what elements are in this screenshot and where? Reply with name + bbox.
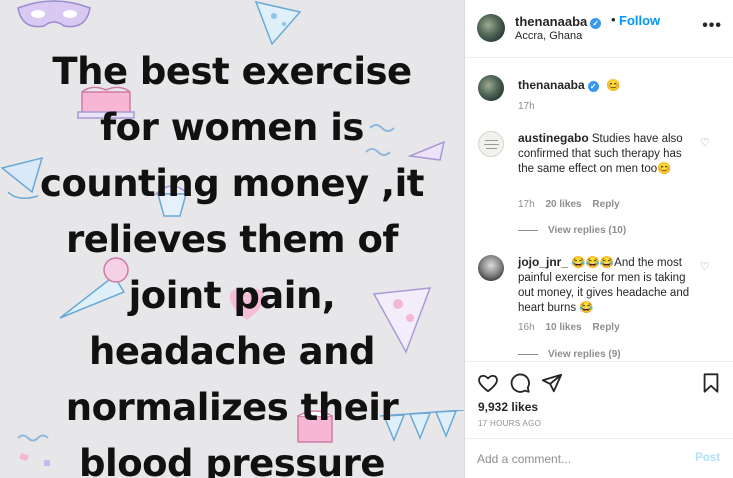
comment-body: jojo_jnr_ 😂😂😂And the most painful exerci… bbox=[518, 255, 698, 316]
avatar[interactable] bbox=[477, 14, 505, 42]
image-text-line: The best exercise bbox=[52, 50, 412, 93]
image-text-line: joint pain, bbox=[128, 274, 336, 317]
header-username[interactable]: thenanaaba bbox=[515, 14, 587, 29]
comment-icon[interactable] bbox=[509, 372, 531, 394]
view-replies-button[interactable]: View replies (9) bbox=[518, 349, 621, 360]
post-actions: 9,932 likes 17 HOURS AGO bbox=[465, 361, 733, 438]
post-side-panel: thenanaaba ✓ • Follow Accra, Ghana ••• th… bbox=[464, 0, 733, 478]
image-text-line: headache and bbox=[89, 330, 375, 373]
header-username-row: thenanaaba ✓ bbox=[515, 13, 602, 31]
avatar[interactable] bbox=[478, 75, 504, 101]
comment-meta: 17h 20 likes Reply bbox=[518, 199, 620, 210]
verified-badge-icon: ✓ bbox=[587, 81, 599, 92]
post-image[interactable]: The best exercise for women is counting … bbox=[0, 0, 464, 478]
comment-meta: 16h 10 likes Reply bbox=[518, 322, 620, 333]
image-text-line: relieves them of bbox=[66, 218, 399, 261]
follow-button[interactable]: Follow bbox=[619, 13, 660, 28]
image-text-line: blood pressure bbox=[79, 442, 385, 478]
caption-text: 😊 bbox=[606, 80, 621, 92]
comment-username[interactable]: jojo_jnr_ bbox=[518, 255, 568, 269]
like-comment-icon[interactable]: ♡ bbox=[700, 138, 710, 149]
replies-divider bbox=[518, 229, 538, 231]
verified-badge-icon: ✓ bbox=[590, 18, 602, 29]
comment-body: austinegabo Studies have also confirmed … bbox=[518, 131, 698, 177]
avatar[interactable] bbox=[478, 131, 504, 157]
caption-row: thenanaaba ✓ 😊 bbox=[518, 76, 620, 94]
image-text-line: counting money ,it bbox=[40, 162, 424, 205]
comments-list[interactable]: thenanaaba ✓ 😊 17h austinegabo Studies ha… bbox=[465, 59, 733, 360]
comment-username[interactable]: austinegabo bbox=[518, 131, 589, 145]
post-image-text: The best exercise for women is counting … bbox=[0, 44, 464, 478]
comment-likes[interactable]: 20 likes bbox=[545, 199, 581, 210]
comment-likes[interactable]: 10 likes bbox=[545, 322, 581, 333]
comment-time: 16h bbox=[518, 322, 535, 333]
replies-divider bbox=[518, 353, 538, 355]
image-text-line: for women is bbox=[100, 106, 364, 149]
like-comment-icon[interactable]: ♡ bbox=[700, 262, 710, 273]
add-comment-bar: Post bbox=[465, 438, 733, 478]
post-comment-button[interactable]: Post bbox=[695, 452, 720, 464]
more-options-icon[interactable]: ••• bbox=[702, 18, 722, 34]
heart-icon[interactable] bbox=[477, 372, 499, 394]
post-timestamp[interactable]: 17 HOURS AGO bbox=[478, 419, 541, 428]
comment-time: 17h bbox=[518, 199, 535, 210]
bookmark-icon[interactable] bbox=[700, 372, 722, 394]
caption-time: 17h bbox=[518, 101, 535, 112]
separator-dot: • bbox=[611, 12, 616, 27]
post-header: thenanaaba ✓ • Follow Accra, Ghana ••• bbox=[465, 0, 733, 58]
view-replies-label: View replies (9) bbox=[548, 349, 621, 360]
caption-username[interactable]: thenanaaba bbox=[518, 78, 585, 92]
share-icon[interactable] bbox=[541, 372, 563, 394]
likes-count[interactable]: 9,932 likes bbox=[478, 400, 538, 414]
view-replies-button[interactable]: View replies (10) bbox=[518, 225, 626, 236]
avatar[interactable] bbox=[478, 255, 504, 281]
location-link[interactable]: Accra, Ghana bbox=[515, 30, 582, 42]
reply-button[interactable]: Reply bbox=[592, 199, 619, 210]
image-text-line: normalizes their bbox=[65, 386, 399, 429]
comment-input[interactable] bbox=[477, 449, 677, 469]
view-replies-label: View replies (10) bbox=[548, 225, 627, 236]
reply-button[interactable]: Reply bbox=[592, 322, 619, 333]
party-hat-icon bbox=[254, 0, 302, 46]
party-mask-icon bbox=[17, 0, 91, 28]
